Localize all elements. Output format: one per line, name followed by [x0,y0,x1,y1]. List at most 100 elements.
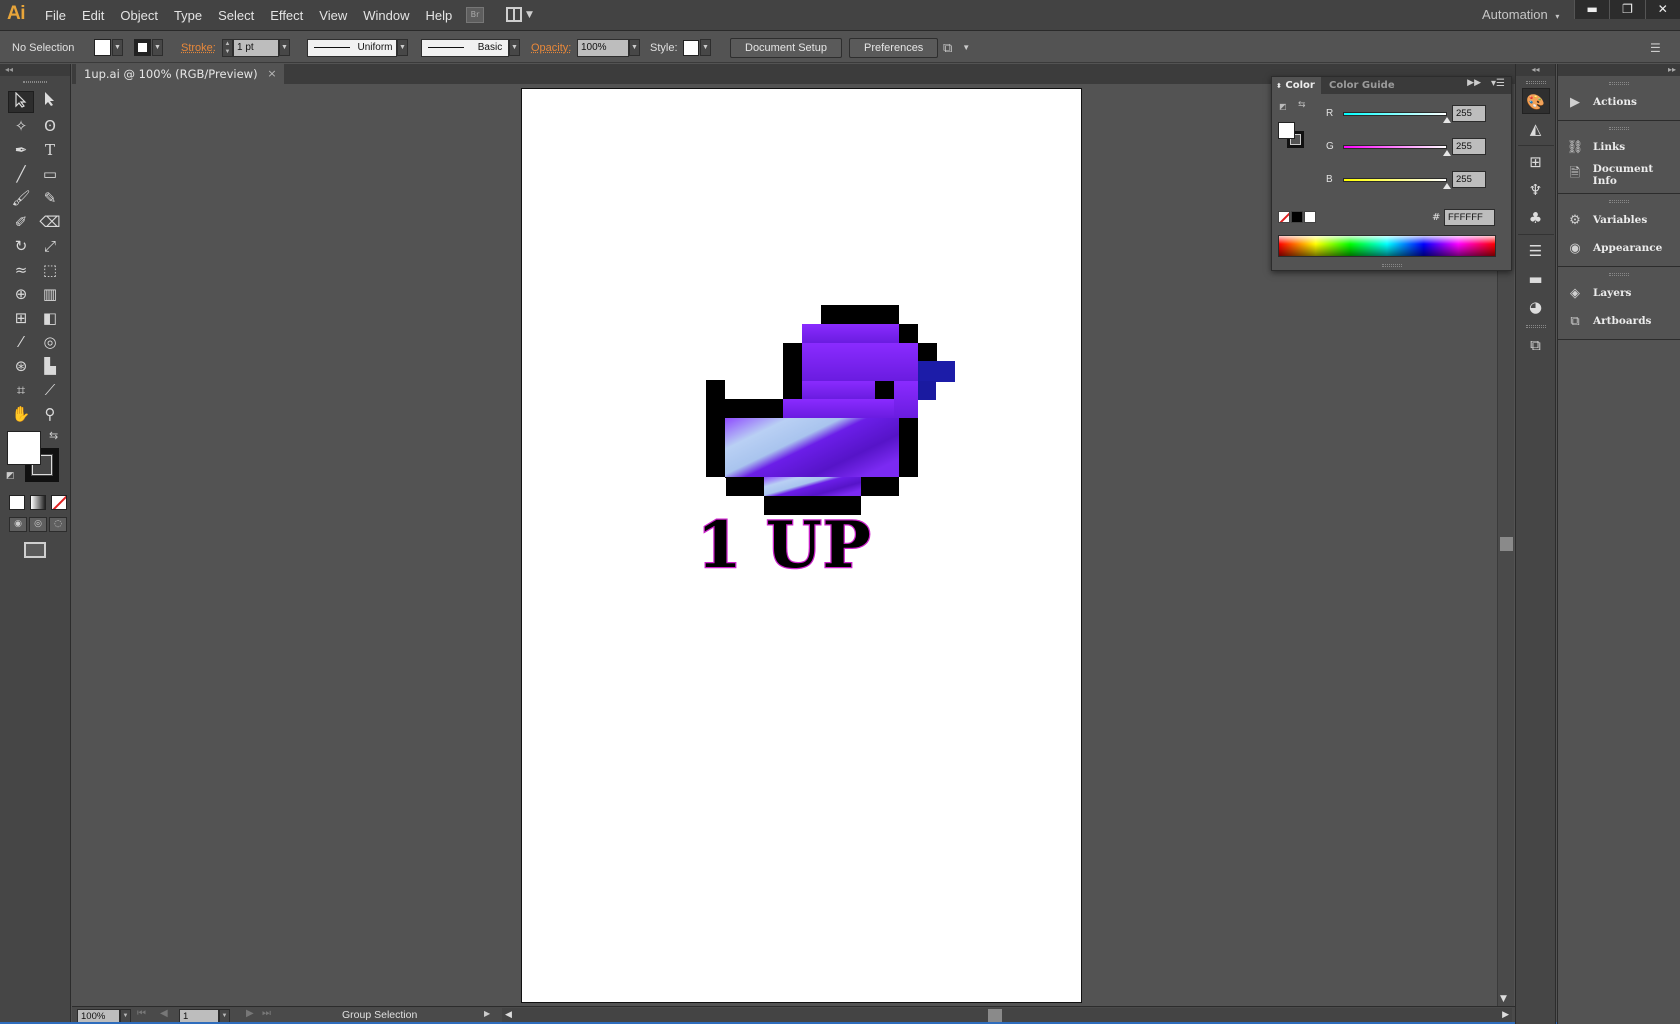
color-mode-icon[interactable] [9,495,25,510]
menu-object[interactable]: Object [120,8,158,23]
pen-tool-icon[interactable]: ✒ [8,139,34,161]
draw-inside-icon[interactable]: ◌ [49,517,67,532]
color-panel-fill-box[interactable] [1278,122,1295,139]
horizontal-scrollbar[interactable]: ◀ ▶ [502,1008,1512,1023]
chevron-down-icon[interactable]: ▼ [962,43,970,52]
dock-grip-icon[interactable] [1525,325,1546,328]
artboard[interactable]: 1 UP [521,88,1082,1003]
pencil-tool-icon[interactable]: ✎ [37,187,63,209]
hand-tool-icon[interactable]: ✋ [8,403,34,425]
vertical-scroll-thumb[interactable] [1500,537,1513,551]
previous-artboard-icon[interactable]: ◀ [160,1008,168,1019]
panel-appearance[interactable]: ◉ Appearance [1558,234,1680,262]
arrange-documents-button[interactable]: ▼ [506,7,534,23]
graphic-style-dropdown[interactable]: ▼ [700,39,711,56]
brushes-icon[interactable]: ♆ [1522,177,1550,203]
graphic-style-swatch[interactable] [683,39,699,56]
scale-tool-icon[interactable]: ⤢ [37,235,63,257]
default-fill-stroke-icon[interactable]: ◩ [6,471,15,481]
menu-file[interactable]: File [45,8,66,23]
paintbrush-tool-icon[interactable]: 🖌 [8,187,34,209]
restore-button[interactable]: ❐ [1609,0,1644,19]
artboard-tool-icon[interactable]: ⌗ [8,379,34,401]
symbols-icon[interactable]: ♣ [1522,205,1550,231]
swap-fill-stroke-icon[interactable]: ⇆ [49,429,58,442]
black-swatch[interactable] [1291,211,1303,223]
eraser-tool-icon[interactable]: ⌫ [37,211,63,233]
free-transform-tool-icon[interactable]: ⬚ [37,259,63,281]
none-swatch[interactable] [1278,211,1290,223]
g-value-field[interactable]: 255 [1452,138,1486,155]
document-setup-button[interactable]: Document Setup [730,37,842,58]
white-swatch[interactable] [1304,211,1316,223]
opacity-label[interactable]: Opacity: [531,42,571,54]
workspace-switcher[interactable]: Automation ▾ [1482,7,1559,22]
dock-collapse-arrows-icon[interactable]: ◂◂ [1516,64,1555,76]
panel-layers[interactable]: ◈ Layers [1558,279,1680,307]
artwork-1up[interactable]: 1 UP [522,89,1083,1004]
dock-grip-icon[interactable] [1525,81,1546,84]
stroke-icon[interactable]: ☰ [1522,238,1550,264]
preferences-button[interactable]: Preferences [849,37,939,58]
brush-definition[interactable]: Basic [421,38,509,57]
tools-collapse-arrows-icon[interactable]: ◂◂ [0,64,70,76]
panel-group-grip-icon[interactable] [1609,200,1629,203]
opacity-dropdown[interactable]: ▼ [629,39,640,56]
tab-color[interactable]: ⬍ Color [1272,77,1321,94]
warp-tool-icon[interactable]: ≈ [8,259,34,281]
magic-wand-tool-icon[interactable]: ✧ [8,115,34,137]
g-slider-thumb[interactable] [1443,150,1451,156]
scroll-down-icon[interactable]: ▼ [1500,994,1507,1004]
zoom-field[interactable]: 100% [77,1009,120,1023]
eyedropper-tool-icon[interactable]: ⁄ [8,331,34,353]
tab-color-guide[interactable]: Color Guide [1325,77,1395,94]
horizontal-scroll-thumb[interactable] [988,1009,1002,1022]
g-slider-track[interactable] [1343,145,1447,149]
panel-menu-icon[interactable]: ▾☰ [1491,78,1505,89]
close-tab-icon[interactable]: × [267,64,276,84]
brush-dropdown[interactable]: ▼ [509,39,520,56]
direct-selection-tool-icon[interactable] [37,91,63,113]
document-tab[interactable]: 1up.ai @ 100% (RGB/Preview) × [76,64,284,84]
status-text[interactable]: Group Selection [342,1009,417,1021]
b-slider-thumb[interactable] [1443,183,1451,189]
b-slider-track[interactable] [1343,178,1447,182]
color-guide-icon[interactable]: ◭ [1522,116,1550,142]
panel-artboards[interactable]: ⧉ Artboards [1558,307,1680,335]
menu-window[interactable]: Window [363,8,409,23]
blob-brush-tool-icon[interactable]: ✐ [8,211,34,233]
menu-edit[interactable]: Edit [82,8,104,23]
fill-dropdown[interactable]: ▼ [112,39,123,56]
zoom-dropdown[interactable]: ▼ [120,1009,131,1023]
fill-color-box[interactable] [7,431,41,465]
stroke-weight-dropdown[interactable]: ▼ [279,39,290,56]
isolate-icon[interactable]: ⧉ [943,40,952,56]
panel-group-grip-icon[interactable] [1609,273,1629,276]
collapse-panel-icon[interactable]: ▶▶ [1467,78,1481,88]
artboard-dropdown[interactable]: ▼ [219,1009,230,1023]
variable-width-profile[interactable]: Uniform [307,38,397,57]
last-artboard-icon[interactable]: ⏭ [262,1008,271,1019]
screen-mode-icon[interactable] [24,542,46,558]
rotate-tool-icon[interactable]: ↻ [8,235,34,257]
scroll-right-icon[interactable]: ▶ [1502,1009,1509,1020]
swatches-icon[interactable]: ⊞ [1522,149,1550,175]
transparency-icon[interactable]: ◕ [1522,294,1550,320]
first-artboard-icon[interactable]: ⏮ [137,1008,146,1019]
panel-actions[interactable]: ▶ Actions [1558,88,1680,116]
next-artboard-icon[interactable]: ▶ [246,1008,254,1019]
panel-resize-grip-icon[interactable] [1382,264,1402,267]
gradient-mode-icon[interactable] [30,495,46,510]
bridge-button[interactable]: Br [466,7,484,23]
shape-builder-tool-icon[interactable]: ⊕ [8,283,34,305]
gradient-tool-icon[interactable]: ◧ [37,307,63,329]
mesh-tool-icon[interactable]: ⊞ [8,307,34,329]
zoom-tool-icon[interactable]: ⚲ [37,403,63,425]
fill-swatch[interactable] [94,39,111,56]
slice-tool-icon[interactable]: ⟋ [37,379,63,401]
none-mode-icon[interactable] [51,495,67,510]
panel-variables[interactable]: ⚙ Variables [1558,206,1680,234]
default-colors-icon[interactable]: ◩ [1279,102,1287,111]
symbol-sprayer-tool-icon[interactable]: ⊛ [8,355,34,377]
menu-help[interactable]: Help [425,8,452,23]
